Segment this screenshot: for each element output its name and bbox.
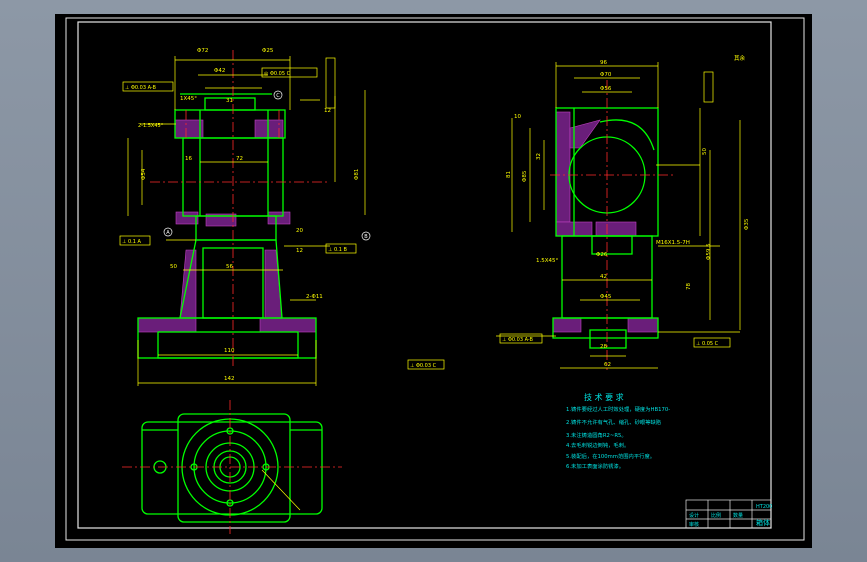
side-dim-9: Φ26 xyxy=(596,252,608,258)
front-dim-0: Φ72 xyxy=(197,48,208,54)
tech-req-title: 技 术 要 求 xyxy=(584,392,624,402)
datum-a: A xyxy=(166,230,170,236)
title-cell-1: 审核 xyxy=(689,521,699,528)
tech-req-item-5: 6.未加工表面涂防锈漆。 xyxy=(566,462,624,470)
side-dim-6: 81 xyxy=(506,171,512,178)
front-dim-3: 1X45° xyxy=(180,96,197,102)
side-dim-18: M16X1.5-7H xyxy=(656,240,690,246)
front-dim-4: 31 xyxy=(226,98,233,104)
side-dim-12: 28 xyxy=(600,344,607,350)
front-dim-11: Φ81 xyxy=(354,169,360,180)
side-dim-8: 50 xyxy=(702,148,708,155)
front-dim-17: 2-Φ11 xyxy=(306,294,323,300)
side-dim-4: Φ85 xyxy=(522,170,528,182)
front-dim-15: 110 xyxy=(224,348,235,354)
side-dim-2: Φ56 xyxy=(600,86,612,92)
cad-drawing-canvas: Φ72 Φ25 Φ42 1X45° 31 72 16 56 Φ54 12 20 … xyxy=(55,14,812,548)
title-part-name: 箱体 xyxy=(756,518,770,527)
front-dim-14: 50 xyxy=(170,264,177,270)
drawing-sheet xyxy=(55,14,812,548)
side-dim-5: 32 xyxy=(536,153,542,160)
front-dim-9: 12 xyxy=(296,248,303,254)
title-cell-2: 比例 xyxy=(711,512,721,519)
datum-c: C xyxy=(276,93,280,99)
side-dim-13: 62 xyxy=(604,362,611,368)
side-dim-1: Φ70 xyxy=(600,72,612,78)
front-frame-0: ⊥ Φ0.03 A-B xyxy=(125,85,157,91)
side-dim-15: 78 xyxy=(686,283,692,290)
side-frame-0: ⊥ Φ0.03 A-B xyxy=(502,337,534,343)
side-frame-4: ⊥ Φ0.03 C xyxy=(410,363,437,369)
side-roughness-note: 其余 xyxy=(734,54,746,62)
front-frame-1: ⊥ 0.1 A xyxy=(122,239,141,245)
title-cell-3: 数量 xyxy=(733,512,743,519)
side-dim-3: 10 xyxy=(514,114,521,120)
side-dim-19: 1.5X45° xyxy=(536,258,559,264)
tech-req-item-3: 4.去毛刺锐边倒钝，毛刺。 xyxy=(566,441,629,449)
front-frame-2: ⊥ 0.1 B xyxy=(328,247,347,253)
front-dim-7: 56 xyxy=(226,264,233,270)
front-dim-12: 12 xyxy=(324,108,331,114)
side-dim-11: Φ45 xyxy=(600,294,612,300)
title-cell-0: 设计 xyxy=(689,512,699,519)
front-dim-5: 72 xyxy=(236,156,243,162)
side-frame-1: ⊥ 0.05 C xyxy=(696,341,719,347)
side-dim-10: 42 xyxy=(600,274,607,280)
front-dim-6: 16 xyxy=(185,156,192,162)
tech-req-item-1: 2.铸件不允许有气孔、缩孔、砂眼等缺陷 xyxy=(566,418,661,426)
tech-req-item-2: 3.未注铸造圆角R2~R5。 xyxy=(566,431,627,439)
front-chamfer: 2-1.5X45° xyxy=(138,123,164,129)
datum-b: B xyxy=(364,234,368,240)
front-dim-1: Φ25 xyxy=(262,48,274,54)
title-material: HT200 xyxy=(756,504,772,510)
front-dim-16: 142 xyxy=(224,376,235,382)
front-frame-3: ◎ Φ0.05 C xyxy=(264,71,291,77)
front-dim-10: 20 xyxy=(296,228,303,234)
front-dim-8: Φ54 xyxy=(141,168,147,180)
tech-req-item-0: 1.铸件要经过人工时效处理，硬度为HB170- xyxy=(566,405,670,413)
side-dim-16: Φ59.5 xyxy=(706,243,712,260)
side-dim-17: Φ35 xyxy=(744,218,750,230)
side-dim-0: 96 xyxy=(600,60,607,66)
tech-req-item-4: 5.装配后，在100mm范围内平行度。 xyxy=(566,452,655,460)
front-dim-2: Φ42 xyxy=(214,68,225,74)
